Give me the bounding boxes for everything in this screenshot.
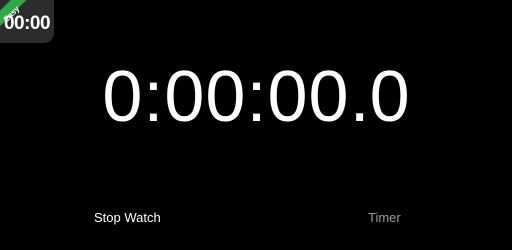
elapsed-time-tenths: 0: [369, 57, 410, 137]
app-icon: Easy 00:00: [0, 0, 54, 43]
tab-stop-watch[interactable]: Stop Watch: [94, 210, 161, 225]
elapsed-time-separator: .: [349, 57, 370, 137]
stopwatch-screen: Easy 00:00 0:00:00.0 Stop Watch Timer: [0, 0, 512, 250]
tab-timer[interactable]: Timer: [368, 210, 401, 225]
app-icon-time: 00:00: [3, 13, 51, 34]
elapsed-time-main: 0:00:00: [102, 57, 350, 137]
elapsed-time-display: 0:00:00.0: [0, 61, 512, 133]
